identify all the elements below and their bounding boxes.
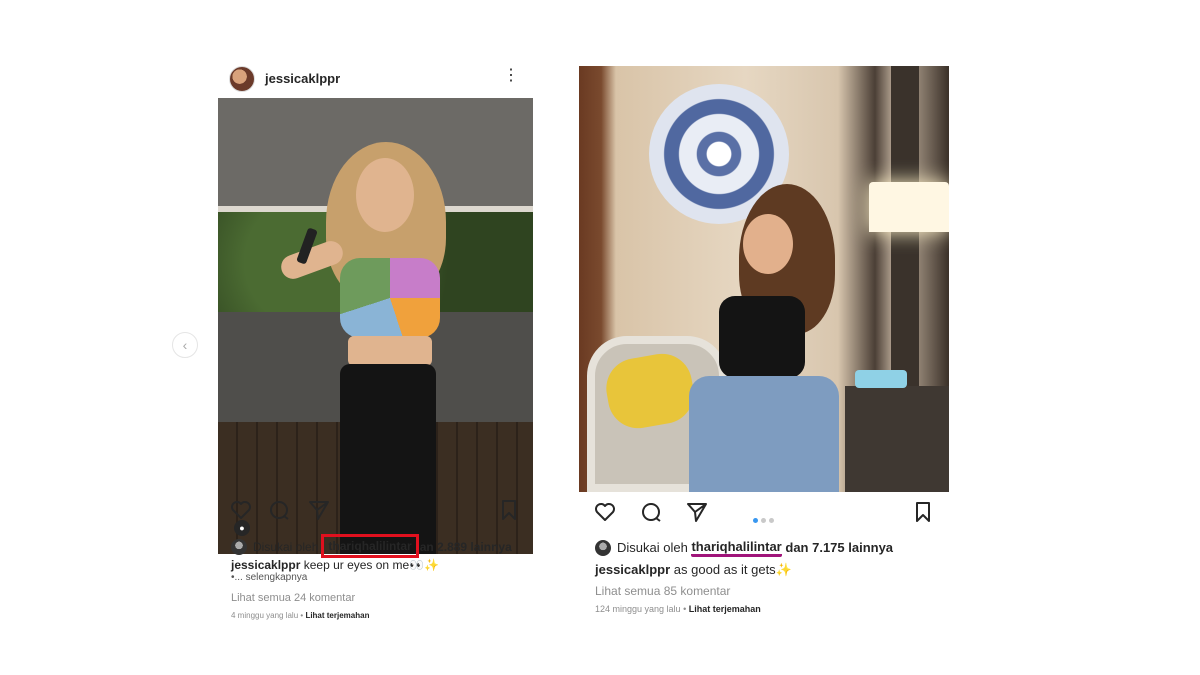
photo-desk (845, 386, 949, 492)
person-face (356, 158, 414, 232)
view-comments-link[interactable]: Lihat semua 24 komentar (231, 592, 355, 604)
see-more-link[interactable]: •... selengkapnya (231, 572, 307, 583)
post-photo[interactable] (579, 66, 949, 492)
share-send-icon[interactable] (685, 500, 709, 524)
post-timestamp: 4 minggu yang lalu (231, 611, 299, 620)
see-translation-link[interactable]: Lihat terjemahan (689, 604, 761, 614)
comment-icon[interactable] (267, 498, 291, 522)
like-heart-icon[interactable] (593, 500, 617, 524)
post-left: jessicaklppr ⋮ ● Disukai olehthariqhali (163, 62, 533, 632)
liked-by-username-highlighted[interactable]: thariqhalilintar (321, 534, 419, 558)
likes-row: Disukai oleh thariqhalilintar an 2.889 lai… (231, 534, 512, 558)
avatar[interactable] (229, 66, 255, 92)
username[interactable]: jessicaklppr (265, 71, 340, 86)
post-time-row: 124 minggu yang lalu • Lihat terjemahan (595, 604, 761, 614)
action-bar (229, 498, 521, 526)
share-send-icon[interactable] (307, 498, 331, 522)
separator-dot: • (300, 611, 304, 620)
post-time-row: 4 minggu yang lalu • Lihat terjemahan (231, 611, 369, 620)
see-translation-link[interactable]: Lihat terjemahan (305, 611, 369, 620)
bookmark-icon[interactable] (911, 500, 935, 524)
likes-row: Disukai oleh thariqhalilintar dan 7.175 … (595, 539, 893, 557)
likes-count[interactable]: dan 7.175 lainnya (785, 540, 893, 555)
caption-text: keep ur eyes on me👀✨ (303, 558, 439, 572)
separator-dot: • (683, 604, 687, 614)
more-options-icon[interactable]: ⋮ (503, 66, 519, 86)
carousel-dot (769, 518, 774, 523)
bookmark-icon[interactable] (497, 498, 521, 522)
carousel-prev-icon[interactable]: ‹ (172, 332, 198, 358)
caption-username[interactable]: jessicaklppr (595, 562, 670, 577)
post-right: Disukai oleh thariqhalilintar dan 7.175 … (573, 62, 958, 642)
person-jeans (689, 376, 839, 492)
action-bar (593, 500, 939, 528)
caption-username[interactable]: jessicaklppr (231, 558, 300, 572)
person-top (719, 296, 805, 378)
like-heart-icon[interactable] (229, 498, 253, 522)
carousel-dot-active (753, 518, 758, 523)
carousel-dot (761, 518, 766, 523)
caption: jessicaklppr keep ur eyes on me👀✨ (231, 558, 439, 572)
likes-count[interactable]: an 2.889 lainnya (420, 540, 512, 554)
caption: jessicaklppr as good as it gets✨ (595, 562, 792, 578)
liked-by-label: Disukai oleh (253, 539, 319, 554)
liked-by-username-underlined[interactable]: thariqhalilintar (691, 539, 782, 557)
person-top (340, 258, 440, 338)
post-header: jessicaklppr ⋮ (163, 62, 533, 94)
person-face (743, 214, 793, 274)
post-photo[interactable]: ● (218, 98, 533, 554)
comment-icon[interactable] (639, 500, 663, 524)
liked-by-label: Disukai oleh (617, 540, 688, 556)
liker-avatar[interactable] (231, 538, 247, 555)
carousel-indicator (753, 510, 781, 523)
post-timestamp: 124 minggu yang lalu (595, 604, 681, 614)
person-belly (348, 336, 432, 366)
view-comments-link[interactable]: Lihat semua 85 komentar (595, 584, 730, 598)
caption-text: as good as it gets✨ (673, 562, 792, 577)
liker-avatar[interactable] (595, 539, 611, 556)
photo-mask (855, 370, 907, 388)
photo-lamp (869, 182, 949, 232)
